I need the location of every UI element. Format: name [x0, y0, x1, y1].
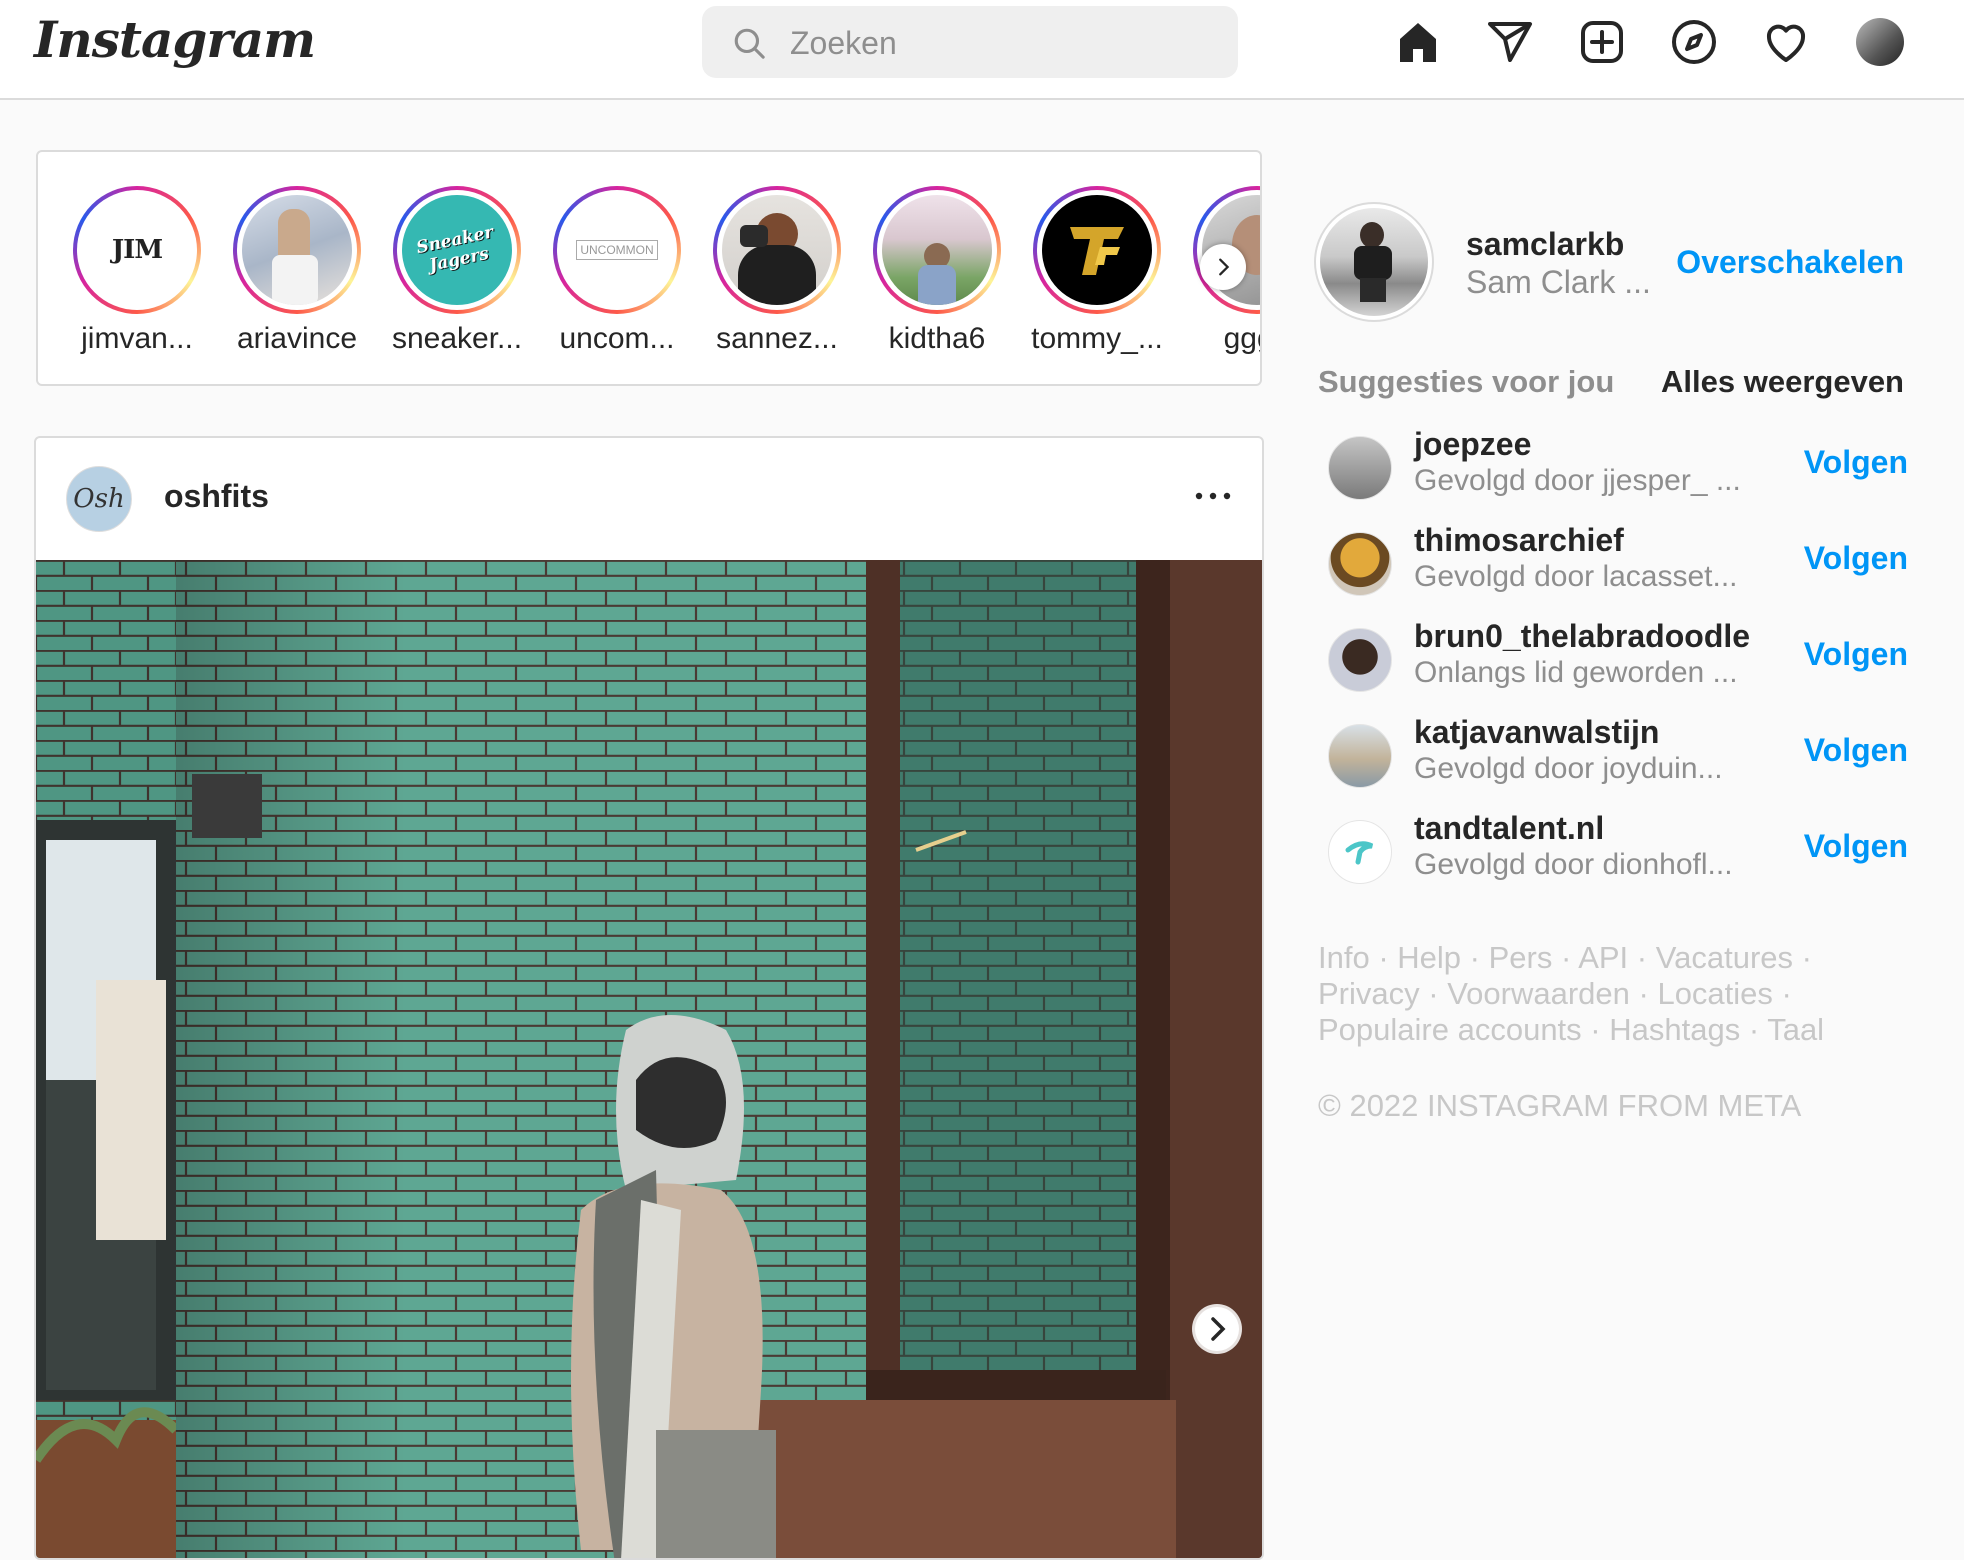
story-username: sneaker...	[391, 322, 523, 355]
suggestion-username[interactable]: thimosarchief	[1414, 522, 1624, 559]
footer-links: Info · Help · Pers · API · Vacatures · P…	[1318, 940, 1825, 1047]
chevron-right-icon	[1219, 258, 1230, 276]
stories-next-button[interactable]	[1200, 244, 1246, 290]
suggestion-subtitle: Gevolgd door jjesper_ ...	[1414, 464, 1741, 497]
story-item[interactable]: Sneaker Jagers sneaker...	[382, 186, 532, 356]
suggestion-avatar[interactable]	[1328, 820, 1392, 884]
chevron-right-icon	[1195, 1307, 1239, 1351]
suggestion-row: joepzee Gevolgd door jjesper_ ... Volgen	[1318, 426, 1908, 516]
post-photo[interactable]	[36, 560, 1262, 1558]
post-carousel-next-button[interactable]	[1192, 1304, 1242, 1354]
post-header: Osh oshfits	[36, 438, 1262, 560]
footer-link[interactable]: Voorwaarden	[1447, 976, 1630, 1011]
footer-link[interactable]: Pers	[1489, 940, 1553, 975]
search-box[interactable]	[702, 6, 1238, 78]
suggestion-avatar[interactable]	[1328, 628, 1392, 692]
heart-activity-icon[interactable]	[1762, 18, 1810, 66]
more-options-icon[interactable]	[1188, 476, 1238, 516]
story-username: tommy_...	[1031, 322, 1163, 355]
suggestion-subtitle: Gevolgd door dionhofl...	[1414, 848, 1733, 881]
follow-button[interactable]: Volgen	[1804, 636, 1908, 673]
suggestion-avatar[interactable]	[1328, 532, 1392, 596]
story-username: kidtha6	[888, 322, 986, 355]
story-username: jimvan...	[81, 322, 193, 355]
suggestion-subtitle: Gevolgd door lacasset...	[1414, 560, 1738, 593]
search-icon	[734, 28, 765, 59]
footer-link[interactable]: Hashtags	[1609, 1012, 1740, 1047]
suggestion-username[interactable]: katjavanwalstijn	[1414, 714, 1659, 751]
suggestion-avatar[interactable]	[1328, 724, 1392, 788]
suggestion-username[interactable]: brun0_thelabradoodle	[1414, 618, 1750, 655]
footer-link[interactable]: Locaties	[1657, 976, 1772, 1011]
story-item[interactable]: UNCOMMON uncom...	[542, 186, 692, 356]
feed-post: Osh oshfits	[34, 436, 1264, 1560]
sneaker-jagers-logo: Sneaker Jagers	[414, 222, 496, 276]
suggestion-row: tandtalent.nl Gevolgd door dionhofl... V…	[1318, 810, 1908, 900]
suggestion-row: brun0_thelabradoodle Onlangs lid geworde…	[1318, 618, 1908, 708]
story-item[interactable]: sannez...	[702, 186, 852, 356]
explore-compass-icon[interactable]	[1670, 18, 1718, 66]
footer-link[interactable]: Populaire accounts	[1318, 1012, 1582, 1047]
jim-logo: JIM	[111, 235, 163, 265]
instagram-logo[interactable]: Instagram	[34, 10, 316, 69]
copyright-text: © 2022 INSTAGRAM FROM META	[1318, 1088, 1802, 1123]
direct-message-icon[interactable]	[1486, 18, 1534, 66]
suggestion-row: thimosarchief Gevolgd door lacasset... V…	[1318, 522, 1908, 612]
suggestion-subtitle: Onlangs lid geworden ...	[1414, 656, 1738, 689]
post-author-avatar[interactable]: Osh	[66, 466, 132, 532]
story-username: ariavince	[236, 322, 358, 355]
see-all-suggestions-link[interactable]: Alles weergeven	[1661, 364, 1904, 400]
post-author-username[interactable]: oshfits	[164, 478, 269, 515]
nav-icons	[1394, 18, 1914, 68]
uncommon-logo: UNCOMMON	[576, 240, 658, 260]
suggestion-row: katjavanwalstijn Gevolgd door joyduin...…	[1318, 714, 1908, 804]
tommy-logo-icon	[1070, 227, 1124, 275]
suggestion-username[interactable]: tandtalent.nl	[1414, 810, 1604, 847]
switch-account-link[interactable]: Overschakelen	[1676, 244, 1904, 281]
new-post-icon[interactable]	[1578, 18, 1626, 66]
story-item[interactable]: ariavince	[222, 186, 372, 356]
suggestion-username[interactable]: joepzee	[1414, 426, 1531, 463]
current-username[interactable]: samclarkb	[1466, 226, 1624, 263]
current-user-avatar[interactable]	[1314, 202, 1434, 322]
follow-button[interactable]: Volgen	[1804, 444, 1908, 481]
story-username: gggg	[1223, 322, 1260, 355]
suggestions-heading: Suggesties voor jou	[1318, 364, 1615, 399]
story-username: sannez...	[716, 322, 838, 355]
footer-link[interactable]: Privacy	[1318, 976, 1420, 1011]
footer-link[interactable]: Help	[1397, 940, 1461, 975]
story-username: uncom...	[559, 322, 675, 355]
tandtalent-logo-icon	[1345, 841, 1374, 865]
profile-avatar-icon[interactable]	[1856, 18, 1904, 66]
footer-link[interactable]: API	[1578, 940, 1628, 975]
suggestion-subtitle: Gevolgd door joyduin...	[1414, 752, 1723, 785]
home-icon[interactable]	[1394, 18, 1442, 66]
follow-button[interactable]: Volgen	[1804, 732, 1908, 769]
footer-link[interactable]: Info	[1318, 940, 1370, 975]
story-item[interactable]: kidtha6	[862, 186, 1012, 356]
top-navigation-bar: Instagram	[0, 0, 1964, 100]
suggestion-avatar[interactable]	[1328, 436, 1392, 500]
follow-button[interactable]: Volgen	[1804, 540, 1908, 577]
follow-button[interactable]: Volgen	[1804, 828, 1908, 865]
current-user-fullname: Sam Clark ...	[1466, 264, 1651, 300]
footer-link[interactable]: Taal	[1767, 1012, 1824, 1047]
story-item[interactable]: tommy_...	[1022, 186, 1172, 356]
footer-link[interactable]: Vacatures	[1656, 940, 1793, 975]
stories-tray: JIM jimvan... ariavince Sneaker Jagers s…	[36, 150, 1262, 386]
search-input[interactable]	[788, 18, 1212, 68]
story-item[interactable]: JIM jimvan...	[62, 186, 212, 356]
post-photo-illustration	[36, 560, 1262, 1558]
